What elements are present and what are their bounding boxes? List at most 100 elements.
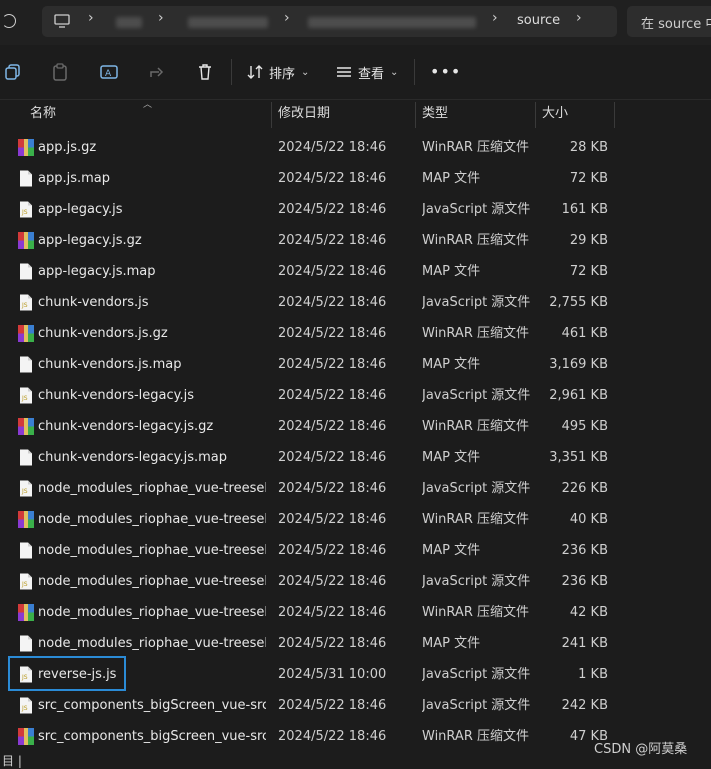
file-name: node_modules_riophae_vue-treeselec... — [38, 481, 266, 496]
file-icon — [18, 356, 34, 373]
javascript-file-icon: JS — [18, 294, 34, 311]
file-size: 29 KB — [569, 233, 608, 248]
column-size[interactable]: 大小 — [542, 100, 568, 128]
file-name: chunk-vendors-legacy.js.map — [38, 450, 228, 465]
address-bar-area: › › › › source › 在 source 中 — [0, 0, 711, 45]
selection-highlight — [8, 656, 126, 691]
sort-up-icon: ︿ — [143, 100, 153, 110]
file-type: JavaScript 源文件 — [422, 698, 531, 713]
file-name: node_modules_riophae_vue-treeselec... — [38, 543, 266, 558]
more-options-icon[interactable]: ••• — [430, 62, 461, 81]
column-divider[interactable] — [535, 102, 536, 128]
chevron-right-icon[interactable]: › — [576, 10, 582, 26]
file-name: src_components_bigScreen_vue-src_c... — [38, 698, 266, 713]
view-icon — [337, 67, 351, 77]
chevron-right-icon[interactable]: › — [284, 10, 290, 26]
file-icon — [18, 449, 34, 466]
file-size: 241 KB — [561, 636, 608, 651]
chevron-right-icon[interactable]: › — [88, 10, 94, 26]
copy-icon[interactable] — [3, 62, 23, 82]
file-row[interactable]: app.js.map 2024/5/22 18:46 MAP 文件 72 KB — [0, 163, 711, 194]
file-name: node_modules_riophae_vue-treeselec... — [38, 605, 266, 620]
file-type: MAP 文件 — [422, 450, 481, 465]
search-box[interactable]: 在 source 中 — [627, 6, 711, 37]
file-date: 2024/5/22 18:46 — [278, 636, 387, 651]
file-size: 3,351 KB — [549, 450, 608, 465]
file-row[interactable]: JS src_components_bigScreen_vue-src_c... 2… — [0, 690, 711, 721]
file-type: WinRAR 压缩文件 — [422, 326, 529, 341]
file-name: chunk-vendors-legacy.js — [38, 388, 195, 403]
winrar-archive-icon — [18, 604, 34, 621]
breadcrumb-source[interactable]: source — [517, 13, 560, 28]
file-row[interactable]: node_modules_riophae_vue-treeselec... 202… — [0, 535, 711, 566]
svg-text:JS: JS — [21, 302, 28, 309]
file-type: WinRAR 压缩文件 — [422, 419, 529, 434]
share-icon[interactable] — [147, 62, 167, 82]
file-name: app.js.gz — [38, 140, 97, 155]
file-type: MAP 文件 — [422, 171, 481, 186]
column-date[interactable]: 修改日期 — [278, 100, 330, 128]
file-row[interactable]: node_modules_riophae_vue-treeselec... 202… — [0, 628, 711, 659]
file-row[interactable]: JS node_modules_riophae_vue-treeselec... 2… — [0, 566, 711, 597]
file-row[interactable]: JS node_modules_riophae_vue-treeselec... 2… — [0, 473, 711, 504]
file-row[interactable]: JS chunk-vendors-legacy.js 2024/5/22 18:46… — [0, 380, 711, 411]
search-input[interactable]: 在 source 中 — [641, 13, 711, 32]
file-row[interactable]: node_modules_riophae_vue-treeselec... 202… — [0, 504, 711, 535]
refresh-icon[interactable] — [2, 14, 16, 28]
file-date: 2024/5/22 18:46 — [278, 419, 387, 434]
file-row[interactable]: app.js.gz 2024/5/22 18:46 WinRAR 压缩文件 28 KB — [0, 132, 711, 163]
column-divider[interactable] — [614, 102, 615, 128]
delete-icon[interactable] — [195, 62, 215, 82]
computer-icon[interactable] — [54, 14, 70, 28]
file-type: JavaScript 源文件 — [422, 202, 531, 217]
file-row[interactable]: chunk-vendors-legacy.js.gz 2024/5/22 18:4… — [0, 411, 711, 442]
column-divider[interactable] — [271, 102, 272, 128]
file-date: 2024/5/22 18:46 — [278, 295, 387, 310]
address-bar[interactable]: › › › › source › — [42, 6, 617, 37]
file-row[interactable]: JS app-legacy.js 2024/5/22 18:46 JavaScript… — [0, 194, 711, 225]
chevron-right-icon[interactable]: › — [492, 10, 498, 26]
sort-button[interactable]: 排序 ⌄ — [247, 60, 309, 84]
column-divider[interactable] — [415, 102, 416, 128]
file-row[interactable]: app-legacy.js.map 2024/5/22 18:46 MAP 文件 72… — [0, 256, 711, 287]
file-size: 72 KB — [569, 171, 608, 186]
svg-text:JS: JS — [21, 581, 28, 588]
breadcrumb-redacted[interactable] — [188, 17, 268, 28]
column-name[interactable]: 名称 — [30, 100, 56, 128]
file-date: 2024/5/22 18:46 — [278, 171, 387, 186]
file-size: 226 KB — [561, 481, 608, 496]
file-date: 2024/5/22 18:46 — [278, 264, 387, 279]
file-size: 2,961 KB — [549, 388, 608, 403]
javascript-file-icon: JS — [18, 480, 34, 497]
file-row[interactable]: node_modules_riophae_vue-treeselec... 202… — [0, 597, 711, 628]
file-size: 40 KB — [569, 512, 608, 527]
watermark: CSDN @阿莫桑 — [594, 742, 688, 757]
file-row[interactable]: chunk-vendors.js.map 2024/5/22 18:46 MAP 文… — [0, 349, 711, 380]
file-icon — [18, 542, 34, 559]
svg-text:A: A — [105, 69, 112, 79]
rename-icon[interactable]: A — [99, 62, 119, 82]
view-label: 查看 — [358, 66, 385, 82]
file-date: 2024/5/22 18:46 — [278, 450, 387, 465]
file-size: 236 KB — [561, 543, 608, 558]
file-type: JavaScript 源文件 — [422, 667, 531, 682]
file-name: chunk-vendors-legacy.js.gz — [38, 419, 214, 434]
file-row[interactable]: JS chunk-vendors.js 2024/5/22 18:46 JavaScr… — [0, 287, 711, 318]
winrar-archive-icon — [18, 728, 34, 745]
paste-icon[interactable] — [50, 62, 70, 82]
command-toolbar: A 排序 ⌄ 查看 ⌄ ••• — [0, 45, 711, 100]
file-date: 2024/5/22 18:46 — [278, 202, 387, 217]
file-date: 2024/5/22 18:46 — [278, 574, 387, 589]
svg-text:JS: JS — [21, 705, 28, 712]
winrar-archive-icon — [18, 139, 34, 156]
chevron-right-icon[interactable]: › — [158, 10, 164, 26]
breadcrumb-redacted[interactable] — [116, 17, 142, 28]
file-date: 2024/5/22 18:46 — [278, 698, 387, 713]
file-row[interactable]: chunk-vendors-legacy.js.map 2024/5/22 18:… — [0, 442, 711, 473]
file-type: WinRAR 压缩文件 — [422, 605, 529, 620]
breadcrumb-redacted[interactable] — [308, 17, 476, 28]
view-button[interactable]: 查看 ⌄ — [336, 60, 398, 84]
column-type[interactable]: 类型 — [422, 100, 448, 128]
file-row[interactable]: app-legacy.js.gz 2024/5/22 18:46 WinRAR 压缩… — [0, 225, 711, 256]
file-row[interactable]: chunk-vendors.js.gz 2024/5/22 18:46 WinRAR… — [0, 318, 711, 349]
